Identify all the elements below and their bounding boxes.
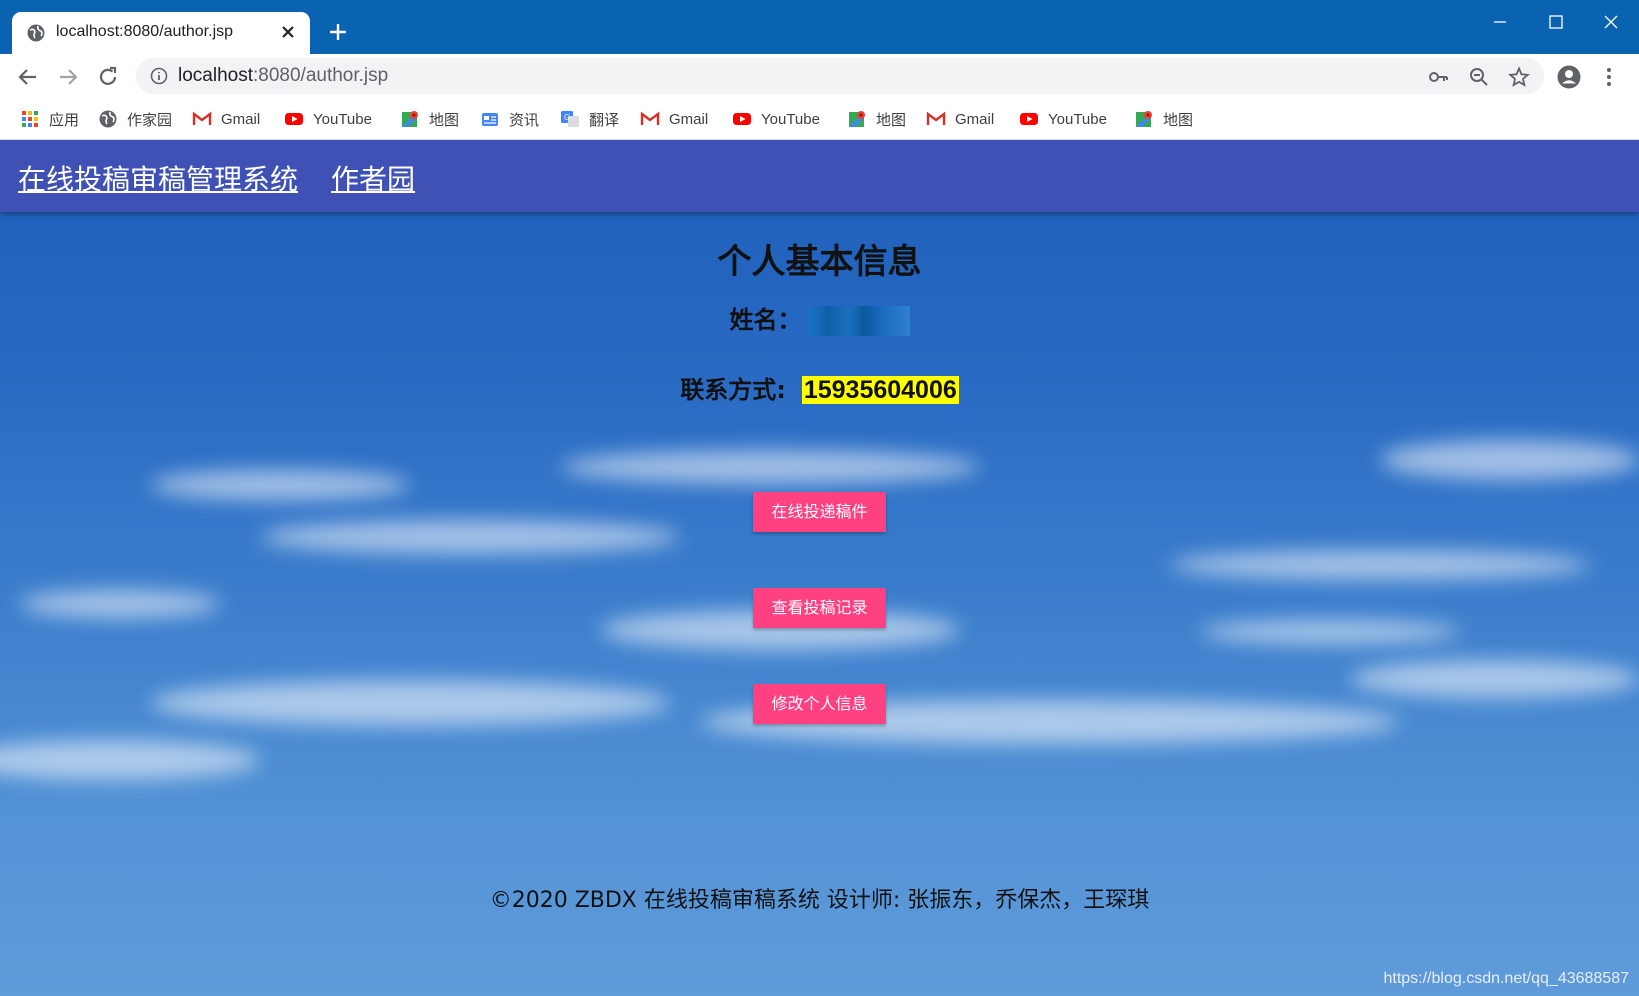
- view-submission-records-button[interactable]: 查看投稿记录: [753, 588, 886, 628]
- address-bar[interactable]: localhost:8080/author.jsp: [136, 58, 1544, 94]
- bookmark-gmail[interactable]: Gmail: [192, 107, 260, 131]
- profile-avatar-icon[interactable]: [1556, 64, 1582, 90]
- back-arrow-icon[interactable]: [15, 64, 41, 90]
- news-icon: [482, 113, 498, 126]
- key-icon[interactable]: [1428, 66, 1450, 88]
- bookmark-zuojiayuan[interactable]: 作家园: [98, 107, 172, 131]
- bookmark-youtube[interactable]: YouTube: [1019, 107, 1107, 131]
- more-menu-icon[interactable]: [1596, 64, 1622, 90]
- sky-cloud: [150, 470, 410, 500]
- sky-cloud: [150, 680, 670, 726]
- sky-cloud: [1350, 660, 1639, 698]
- csdn-watermark: https://blog.csdn.net/qq_43688587: [1383, 970, 1629, 987]
- bookmark-label: 应用: [49, 111, 80, 129]
- page-viewport: 在线投稿审稿管理系统 作者园 个人基本信息 姓名： 联系方式: 159356040…: [0, 140, 1639, 996]
- browser-toolbar: localhost:8080/author.jsp: [0, 54, 1639, 99]
- gmail-icon: [640, 111, 660, 125]
- zoom-icon[interactable]: [1468, 66, 1490, 88]
- bookmark-label: Gmail: [669, 110, 709, 128]
- submit-manuscript-button[interactable]: 在线投递稿件: [753, 492, 886, 532]
- reload-icon[interactable]: [95, 64, 121, 90]
- forward-arrow-icon[interactable]: [55, 64, 81, 90]
- bookmark-gmail[interactable]: Gmail: [640, 107, 708, 131]
- url-path: :8080/author.jsp: [253, 65, 389, 86]
- bookmark-maps[interactable]: 地图: [400, 107, 459, 131]
- translate-icon: G: [561, 111, 579, 127]
- bookmark-label: 作家园: [127, 111, 173, 129]
- bookmark-youtube[interactable]: YouTube: [732, 107, 820, 131]
- maps-icon: [402, 111, 418, 127]
- gmail-icon: [192, 111, 212, 125]
- bookmark-label: YouTube: [313, 110, 372, 128]
- bookmark-label: YouTube: [1048, 110, 1107, 128]
- close-tab-icon[interactable]: [278, 22, 298, 42]
- contact-row: 联系方式: 15935604006: [0, 370, 1639, 405]
- site-info-icon[interactable]: [150, 67, 168, 85]
- bookmark-label: Gmail: [955, 110, 995, 128]
- minimize-icon[interactable]: [1486, 8, 1514, 36]
- bookmark-label: 地图: [876, 111, 907, 129]
- youtube-icon: [733, 113, 751, 125]
- apps-grid-icon: [22, 111, 38, 127]
- bookmark-translate[interactable]: G 翻译: [560, 107, 619, 131]
- sky-cloud: [260, 520, 680, 554]
- sky-cloud: [560, 450, 980, 484]
- name-row: 姓名：: [0, 300, 1639, 336]
- name-value-blurred: [807, 306, 910, 336]
- bookmarks-bar: 应用 作家园 Gmail YouTube 地图 资讯 G 翻译 Gmail Yo…: [0, 99, 1639, 140]
- star-icon[interactable]: [1508, 66, 1530, 88]
- bookmark-label: 翻译: [589, 111, 620, 129]
- globe-icon: [99, 110, 117, 128]
- bookmark-gmail[interactable]: Gmail: [926, 107, 994, 131]
- bookmark-maps[interactable]: 地图: [1134, 107, 1193, 131]
- new-tab-icon[interactable]: [326, 20, 350, 44]
- bookmark-label: 资讯: [509, 111, 540, 129]
- maps-icon: [1136, 111, 1152, 127]
- sky-cloud: [1200, 620, 1460, 644]
- sky-cloud: [0, 740, 260, 780]
- edit-profile-button[interactable]: 修改个人信息: [753, 684, 886, 724]
- bookmark-label: Gmail: [221, 110, 261, 128]
- globe-icon: [27, 24, 45, 42]
- bookmark-maps[interactable]: 地图: [847, 107, 906, 131]
- youtube-icon: [285, 113, 303, 125]
- window-close-icon[interactable]: [1597, 8, 1625, 36]
- brand-link[interactable]: 在线投稿审稿管理系统: [18, 158, 298, 198]
- sky-cloud: [1380, 440, 1639, 480]
- gmail-icon: [926, 111, 946, 125]
- bookmark-apps[interactable]: 应用: [20, 107, 79, 131]
- maps-icon: [849, 111, 865, 127]
- footer-copyright: ©2020 ZBDX 在线投稿审稿系统 设计师: 张振东，乔保杰，王琛琪: [489, 888, 1150, 913]
- browser-titlebar: localhost:8080/author.jsp: [0, 0, 1639, 54]
- youtube-icon: [1020, 113, 1038, 125]
- url-text: localhost:8080/author.jsp: [178, 65, 388, 87]
- page-title: 个人基本信息: [717, 242, 922, 282]
- browser-tab[interactable]: localhost:8080/author.jsp: [12, 12, 310, 54]
- bookmark-label: YouTube: [761, 110, 820, 128]
- top-navbar: 在线投稿审稿管理系统 作者园: [0, 140, 1639, 212]
- phone-value: 15935604006: [801, 376, 959, 404]
- name-label: 姓名：: [729, 306, 802, 334]
- tab-title: localhost:8080/author.jsp: [56, 23, 234, 40]
- maximize-icon[interactable]: [1542, 8, 1570, 36]
- sky-cloud: [20, 590, 220, 618]
- nav-author-link[interactable]: 作者园: [331, 158, 415, 198]
- svg-text:G: G: [564, 113, 570, 122]
- bookmark-youtube[interactable]: YouTube: [284, 107, 372, 131]
- sky-cloud: [1170, 550, 1590, 580]
- bookmark-label: 地图: [429, 111, 460, 129]
- bookmark-label: 地图: [1163, 111, 1194, 129]
- url-host: localhost: [178, 65, 253, 86]
- contact-label: 联系方式:: [680, 376, 786, 404]
- bookmark-news[interactable]: 资讯: [480, 107, 539, 131]
